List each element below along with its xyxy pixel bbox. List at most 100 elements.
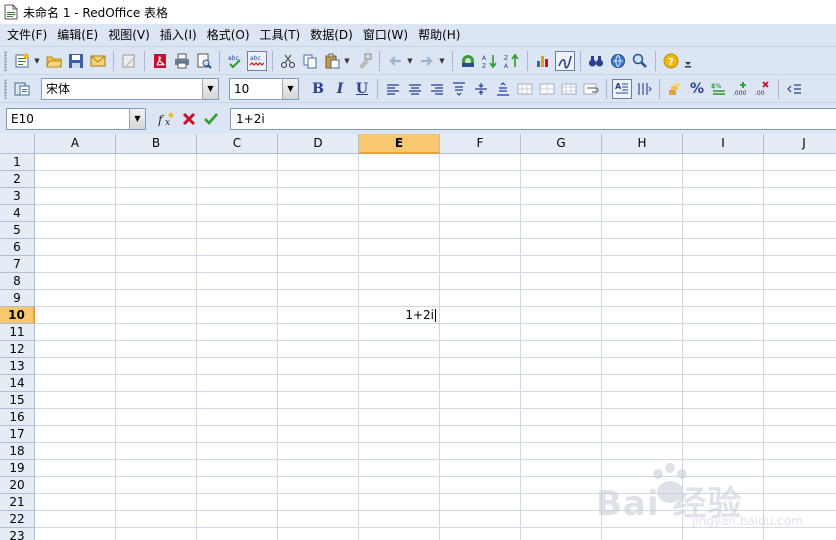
clone-formatting-icon[interactable] [354,51,374,71]
decrease-indent-icon[interactable] [784,79,804,99]
new-dropdown-icon[interactable]: ▼ [33,51,41,71]
sort-descending-icon[interactable]: ZA [502,51,522,71]
delete-decimal-icon[interactable]: .00 [753,79,773,99]
chevron-down-icon[interactable]: ▼ [129,108,145,129]
column-header-h[interactable]: H [602,134,683,154]
function-wizard-icon[interactable]: fx [157,109,177,129]
cancel-icon[interactable] [179,109,199,129]
menu-view[interactable]: 视图(V) [103,24,155,46]
redo-icon[interactable] [417,51,437,71]
menu-window[interactable]: 窗口(W) [358,24,413,46]
column-header-j[interactable]: J [764,134,836,154]
menu-data[interactable]: 数据(D) [305,24,358,46]
paste-dropdown-icon[interactable]: ▼ [343,51,351,71]
toolbar-overflow-icon[interactable] [683,51,693,71]
row-header-23[interactable]: 23 [0,528,35,540]
column-header-c[interactable]: C [197,134,278,154]
row-header-14[interactable]: 14 [0,375,35,392]
menu-format[interactable]: 格式(O) [202,24,255,46]
menu-insert[interactable]: 插入(I) [155,24,202,46]
wrap-text-icon[interactable] [581,79,601,99]
cell-E10[interactable]: 1+2i [359,307,440,324]
menu-help[interactable]: 帮助(H) [413,24,465,46]
row-header-8[interactable]: 8 [0,273,35,290]
gallery-icon[interactable] [608,51,628,71]
row-header-22[interactable]: 22 [0,511,35,528]
insert-chart-icon[interactable] [533,51,553,71]
print-icon[interactable] [172,51,192,71]
chevron-down-icon[interactable]: ▼ [202,78,218,99]
font-name-combo[interactable]: 宋体 ▼ [41,77,219,100]
row-header-16[interactable]: 16 [0,409,35,426]
align-center-icon[interactable] [405,79,425,99]
font-size-combo[interactable]: 10 ▼ [229,77,299,100]
row-header-18[interactable]: 18 [0,443,35,460]
column-header-f[interactable]: F [440,134,521,154]
column-header-g[interactable]: G [521,134,602,154]
accept-icon[interactable] [201,109,221,129]
row-header-7[interactable]: 7 [0,256,35,273]
row-header-10[interactable]: 10 [0,307,35,324]
select-all-corner[interactable] [0,134,35,154]
menu-edit[interactable]: 编辑(E) [52,24,103,46]
sort-ascending-icon[interactable]: AZ [480,51,500,71]
redo-dropdown-icon[interactable]: ▼ [438,51,446,71]
align-bottom-icon[interactable] [493,79,513,99]
row-header-3[interactable]: 3 [0,188,35,205]
add-decimal-icon[interactable]: .000 [731,79,751,99]
row-header-20[interactable]: 20 [0,477,35,494]
zoom-icon[interactable] [630,51,650,71]
export-pdf-icon[interactable] [150,51,170,71]
menu-tools[interactable]: 工具(T) [255,24,306,46]
new-document-icon[interactable] [12,51,32,71]
row-header-11[interactable]: 11 [0,324,35,341]
print-preview-icon[interactable] [194,51,214,71]
paste-icon[interactable] [322,51,342,71]
percent-format-icon[interactable]: % [687,79,707,99]
italic-icon[interactable]: I [330,79,350,99]
row-header-5[interactable]: 5 [0,222,35,239]
align-vertical-center-icon[interactable] [471,79,491,99]
undo-icon[interactable] [385,51,405,71]
draw-functions-icon[interactable] [555,50,575,71]
menu-file[interactable]: 文件(F) [2,24,52,46]
text-direction-vertical-icon[interactable] [634,79,654,99]
currency-format-icon[interactable] [665,79,685,99]
merge-cells-icon[interactable] [515,79,535,99]
undo-dropdown-icon[interactable]: ▼ [406,51,414,71]
navigator-icon[interactable] [458,51,478,71]
borders-icon[interactable] [537,79,557,99]
row-header-17[interactable]: 17 [0,426,35,443]
column-header-b[interactable]: B [116,134,197,154]
toolbar-grip[interactable] [4,78,7,99]
align-right-icon[interactable] [427,79,447,99]
column-header-i[interactable]: I [683,134,764,154]
edit-file-icon[interactable] [119,51,139,71]
save-icon[interactable] [66,51,86,71]
styles-icon[interactable] [12,79,32,99]
email-icon[interactable] [88,51,108,71]
underline-icon[interactable]: U [352,79,372,99]
row-header-12[interactable]: 12 [0,341,35,358]
align-top-icon[interactable] [449,79,469,99]
row-header-4[interactable]: 4 [0,205,35,222]
name-box[interactable]: E10 ▼ [6,107,146,130]
row-header-21[interactable]: 21 [0,494,35,511]
open-folder-icon[interactable] [44,51,64,71]
table-grid-icon[interactable] [559,79,579,99]
row-header-6[interactable]: 6 [0,239,35,256]
row-header-1[interactable]: 1 [0,154,35,171]
row-header-19[interactable]: 19 [0,460,35,477]
column-header-a[interactable]: A [35,134,116,154]
row-header-15[interactable]: 15 [0,392,35,409]
row-header-9[interactable]: 9 [0,290,35,307]
copy-icon[interactable] [300,51,320,71]
help-icon[interactable]: ? [661,51,681,71]
formula-input[interactable]: 1+2i [230,108,836,130]
cell-area[interactable]: 1+2i [35,154,836,540]
standard-number-format-icon[interactable]: $% [709,79,729,99]
row-header-2[interactable]: 2 [0,171,35,188]
auto-spellcheck-icon[interactable]: abc [247,50,267,71]
spellcheck-icon[interactable]: abc [225,51,245,71]
find-replace-icon[interactable] [586,51,606,71]
